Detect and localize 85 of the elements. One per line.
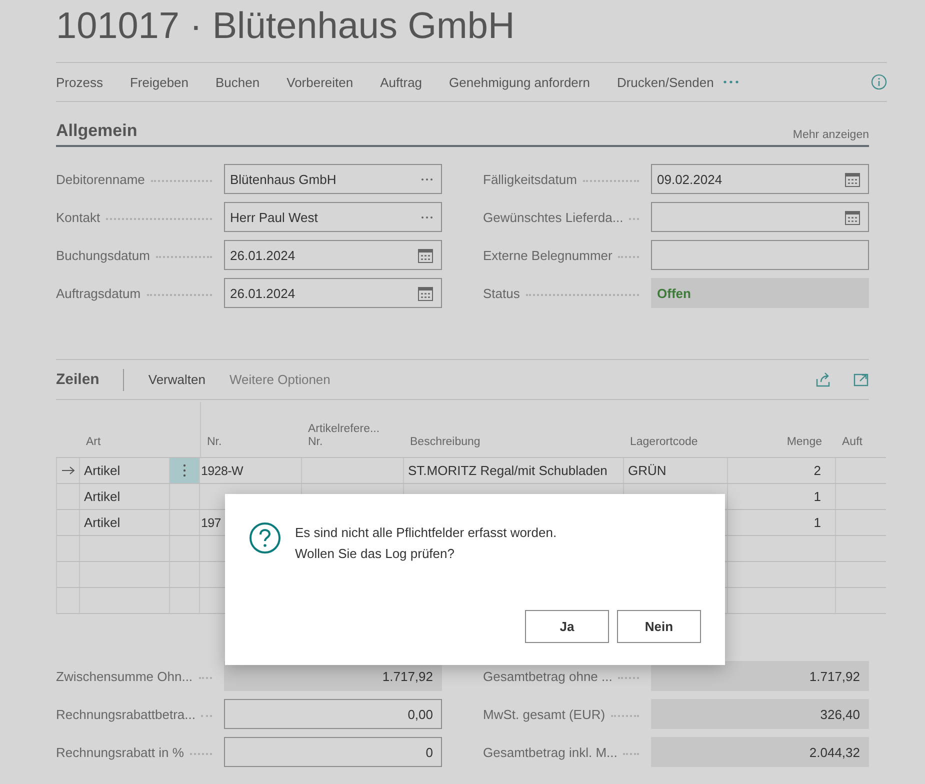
input-field[interactable]: 26.01.2024	[224, 278, 442, 308]
column-header[interactable]: Art	[80, 436, 170, 457]
leader-dots	[198, 677, 212, 679]
input-field[interactable]: 0,00	[224, 699, 442, 729]
field-label: Zwischensumme Ohn...	[56, 668, 193, 684]
table-cell: 1	[814, 489, 821, 504]
table-cell: Artikel	[84, 515, 120, 530]
section-title: Allgemein	[56, 121, 138, 141]
field-label: Externe Belegnummer	[483, 248, 612, 262]
leader-dots	[623, 753, 639, 755]
share-icon[interactable]	[815, 372, 831, 388]
action-menu[interactable]: Buchen	[216, 74, 260, 90]
table-cell: 197	[201, 516, 221, 530]
input-field[interactable]: Herr Paul West	[224, 202, 442, 232]
leader-dots	[618, 677, 639, 679]
lines-action[interactable]: Weitere Optionen	[229, 372, 330, 387]
field-label: Rechnungsrabattbetra...	[56, 706, 196, 722]
section-title: Zeilen	[56, 371, 100, 388]
column-header[interactable]: Menge	[728, 436, 836, 457]
leader-dots	[201, 715, 212, 717]
input-field[interactable]	[651, 202, 869, 232]
column-header[interactable]: Auft	[836, 436, 869, 457]
info-icon[interactable]	[871, 74, 887, 90]
input-field[interactable]: Blütenhaus GmbH	[224, 164, 442, 194]
dialog-button[interactable]: Nein	[617, 610, 701, 643]
leader-dots	[618, 256, 639, 258]
amount-field: 2.044,32	[651, 737, 869, 767]
leader-dots	[190, 753, 212, 755]
input-field[interactable]: 26.01.2024	[224, 240, 442, 270]
column-header[interactable]: Lagerortcode	[624, 436, 728, 457]
action-menu[interactable]: Drucken/Senden	[616, 74, 714, 90]
input-field[interactable]: 0	[224, 737, 442, 767]
column-header[interactable]: Beschreibung	[404, 436, 624, 457]
action-menu[interactable]: Auftrag	[380, 74, 422, 90]
field-label: Gesamtbetrag inkl. M...	[483, 744, 618, 760]
table-cell: 1928-W	[201, 464, 243, 478]
action-menu[interactable]: Vorbereiten	[286, 74, 354, 90]
table-cell: ST.MORITZ Regal/mit Schubladen	[408, 463, 608, 478]
field-label: MwSt. gesamt (EUR)	[483, 706, 606, 722]
input-field[interactable]: 09.02.2024	[651, 164, 869, 194]
leader-dots	[150, 180, 212, 182]
table-cell: Artikel	[84, 489, 120, 504]
row-menu-icon[interactable]	[183, 464, 186, 477]
calendar-icon[interactable]	[845, 172, 860, 186]
more-icon[interactable]	[722, 80, 739, 84]
table-cell: GRÜN	[628, 463, 666, 478]
calendar-icon[interactable]	[418, 286, 433, 300]
leader-dots	[629, 218, 639, 220]
field-label: Gesamtbetrag ohne ...	[483, 668, 612, 684]
calendar-icon[interactable]	[845, 210, 860, 224]
more-icon[interactable]	[421, 216, 433, 218]
action-menu[interactable]: Prozess	[56, 74, 103, 90]
question-icon	[249, 522, 281, 554]
more-icon[interactable]	[421, 178, 433, 180]
field-label: Kontakt	[56, 210, 100, 224]
field-label: Buchungsdatum	[56, 248, 150, 262]
status-field: Offen	[651, 278, 869, 308]
field-label: Status	[483, 286, 520, 300]
arrow-icon	[62, 466, 74, 475]
expand-icon[interactable]	[853, 372, 869, 388]
leader-dots	[611, 715, 639, 717]
input-field[interactable]	[651, 240, 869, 270]
leader-dots	[156, 256, 212, 258]
action-menu[interactable]: Genehmigung anfordern	[449, 74, 590, 90]
page-title: 101017 · Blütenhaus GmbH	[56, 4, 516, 48]
field-label: Fälligkeitsdatum	[483, 172, 577, 186]
table-cell: Artikel	[84, 463, 120, 478]
dialog-button[interactable]: Ja	[525, 610, 609, 643]
action-menu[interactable]: Freigeben	[130, 74, 189, 90]
table-cell: 2	[814, 463, 821, 478]
lines-action[interactable]: Verwalten	[148, 372, 206, 387]
calendar-icon[interactable]	[418, 248, 433, 262]
field-label: Rechnungsrabatt in %	[56, 744, 184, 760]
leader-dots	[582, 180, 639, 182]
show-more-link[interactable]: Mehr anzeigen	[792, 129, 869, 141]
amount-field: 1.717,92	[651, 661, 869, 691]
field-label: Gewünschtes Lieferda...	[483, 210, 624, 224]
leader-dots	[146, 294, 212, 296]
field-label: Auftragsdatum	[56, 286, 141, 300]
column-header[interactable]: Nr.	[200, 402, 302, 457]
column-header[interactable]: Artikelrefere... Nr.	[302, 423, 404, 457]
amount-field: 326,40	[651, 699, 869, 729]
dialog-message: Es sind nicht alle Pflichtfelder erfasst worden. Wollen Sie das Log prüfen?	[295, 524, 557, 563]
table-cell: 1	[814, 515, 821, 530]
field-label: Debitorenname	[56, 172, 145, 186]
